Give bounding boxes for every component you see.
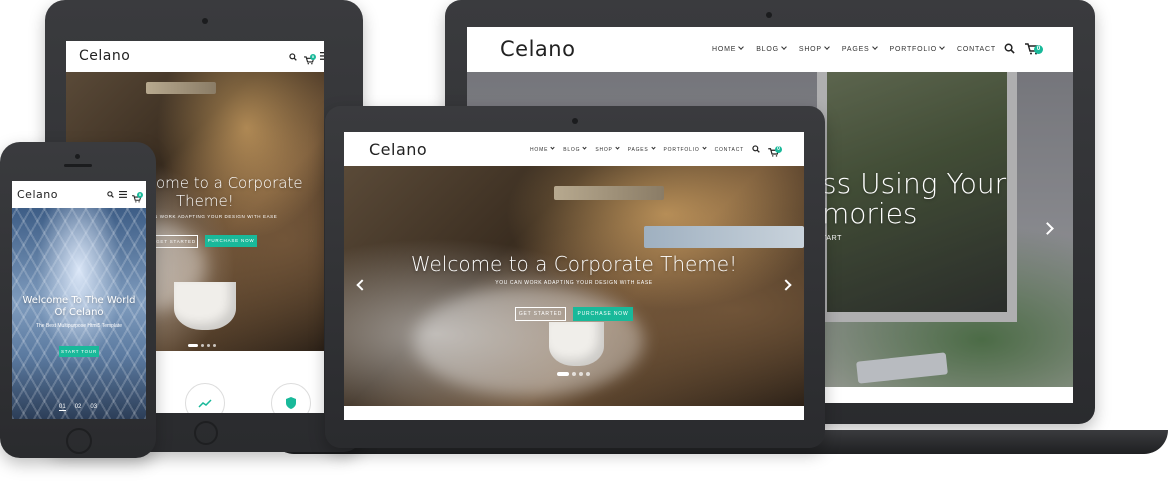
phone-menu-icon[interactable] — [119, 191, 127, 198]
tablet-header: Celano 0 — [66, 41, 324, 72]
cart-badge: 0 — [1034, 45, 1043, 54]
tablet-dot-3[interactable] — [207, 344, 210, 347]
nav-blog[interactable]: BLOG — [756, 44, 787, 53]
shield-icon — [286, 397, 296, 409]
laptop-hero-pipe — [554, 186, 664, 200]
phone-slide-2[interactable]: 02 — [75, 404, 82, 411]
laptop-cart-badge: 0 — [775, 146, 782, 153]
chart-icon — [198, 399, 212, 408]
tablet-purchase[interactable]: PURCHASE NOW — [205, 235, 257, 247]
tablet-cart-badge: 0 — [310, 54, 316, 60]
tablet-hero-line1: ome to a Corporate — [156, 174, 303, 192]
laptop-cart-icon[interactable]: 0 — [768, 144, 782, 157]
laptop-nav-pages[interactable]: PAGES — [628, 145, 656, 153]
laptop-header: Celano HOME BLOG SHOP PAGES PORTFOLIO CO… — [344, 132, 804, 166]
tablet-dot-1[interactable] — [188, 344, 198, 347]
laptop-camera — [572, 118, 578, 124]
phone-speaker — [64, 164, 92, 167]
laptop-search-icon[interactable] — [752, 145, 760, 153]
tablet-menu-icon[interactable] — [320, 52, 324, 60]
laptop-nav: HOME BLOG SHOP PAGES PORTFOLIO CONTACT — [530, 145, 744, 153]
laptop-dot-4[interactable] — [586, 372, 590, 376]
phone-cart-badge: 0 — [137, 192, 143, 198]
laptop-nav-shop[interactable]: SHOP — [595, 145, 620, 153]
phone-hero-subtitle: The Best Multipurpose Html5 Template — [35, 323, 123, 329]
cart-icon[interactable]: 0 — [1025, 42, 1043, 55]
laptop-hero-arm — [644, 226, 804, 248]
laptop-screen: Celano HOME BLOG SHOP PAGES PORTFOLIO CO… — [344, 132, 804, 420]
phone-slide-1[interactable]: 01 — [59, 404, 66, 411]
laptop-slider-dots — [557, 372, 590, 376]
phone-slide-3[interactable]: 03 — [90, 404, 97, 411]
phone-cart-icon[interactable]: 0 — [132, 190, 144, 203]
phone-logo[interactable]: Celano — [17, 188, 58, 201]
tablet-slider-dots — [188, 344, 216, 347]
phone-hero-image: Welcome To The World Of Celano The Best … — [12, 208, 146, 419]
tablet-logo[interactable]: Celano — [79, 48, 130, 64]
laptop-nav-contact[interactable]: CONTACT — [715, 147, 744, 153]
tablet-feature-icon-chart — [185, 383, 225, 413]
tablet-feature-icon-shield — [271, 383, 311, 413]
desktop-hero-button-partial[interactable]: TART — [822, 235, 842, 242]
phone-hero-line1: Welcome To The World — [22, 295, 136, 306]
laptop-nav-home[interactable]: HOME — [530, 145, 555, 153]
phone-slide-numbers: 01 02 03 — [59, 404, 97, 411]
laptop-hero-subtitle: YOU CAN WORK ADAPTING YOUR DESIGN WITH E… — [495, 280, 653, 286]
tablet-camera — [202, 18, 208, 24]
tablet-home-button[interactable] — [194, 421, 218, 445]
laptop-purchase[interactable]: PURCHASE NOW — [573, 307, 633, 321]
tablet-dot-2[interactable] — [201, 344, 204, 347]
tablet-get-started[interactable]: GET STARTED — [154, 235, 198, 248]
phone-camera — [75, 154, 80, 159]
desktop-header: Celano HOME BLOG SHOP PAGES PORTFOLIO CO… — [467, 27, 1073, 72]
laptop-hero-cup — [549, 322, 604, 366]
search-icon[interactable] — [1004, 43, 1015, 54]
nav-portfolio[interactable]: PORTFOLIO — [890, 44, 945, 53]
laptop-dot-1[interactable] — [557, 372, 569, 376]
tablet-hero-subtitle: N WORK ADAPTING YOUR DESIGN WITH EASE — [154, 214, 278, 219]
laptop-logo[interactable]: Celano — [369, 140, 427, 159]
phone-home-button[interactable] — [66, 428, 92, 454]
desktop-hero-line2: mories — [822, 197, 918, 230]
phone-start-tour[interactable]: START TOUR — [59, 346, 99, 357]
nav-shop[interactable]: SHOP — [799, 44, 830, 53]
tablet-hero-pipe — [146, 82, 216, 94]
laptop-nav-portfolio[interactable]: PORTFOLIO — [664, 145, 707, 153]
nav-pages[interactable]: PAGES — [842, 44, 878, 53]
tablet-cart-icon[interactable]: 0 — [304, 52, 316, 65]
laptop-hero-image: Welcome to a Corporate Theme! YOU CAN WO… — [344, 166, 804, 406]
desktop-camera — [766, 12, 772, 18]
desktop-logo[interactable]: Celano — [500, 37, 575, 61]
laptop-nav-blog[interactable]: BLOG — [563, 145, 587, 153]
phone-header: Celano 0 — [12, 181, 146, 208]
laptop-get-started[interactable]: GET STARTED — [515, 307, 566, 321]
desktop-nav: HOME BLOG SHOP PAGES PORTFOLIO CONTACT — [712, 44, 996, 53]
nav-home[interactable]: HOME — [712, 44, 745, 53]
nav-contact[interactable]: CONTACT — [957, 46, 996, 53]
phone-search-icon[interactable] — [107, 191, 114, 198]
laptop-hero-steam — [414, 286, 644, 396]
tablet-hero-line2: Theme! — [176, 192, 234, 210]
laptop-dot-3[interactable] — [579, 372, 583, 376]
tablet-search-icon[interactable] — [289, 53, 297, 61]
laptop-hero-headline: Welcome to a Corporate Theme! — [410, 252, 738, 276]
phone-hero-line2: Of Celano — [54, 307, 104, 318]
phone-screen: Celano 0 Welcome To The World Of Celano … — [12, 181, 146, 419]
tablet-dot-4[interactable] — [213, 344, 216, 347]
laptop-dot-2[interactable] — [572, 372, 576, 376]
tablet-hero-cup — [174, 282, 236, 330]
desktop-hero-line1: ss Using Your — [822, 167, 1007, 200]
